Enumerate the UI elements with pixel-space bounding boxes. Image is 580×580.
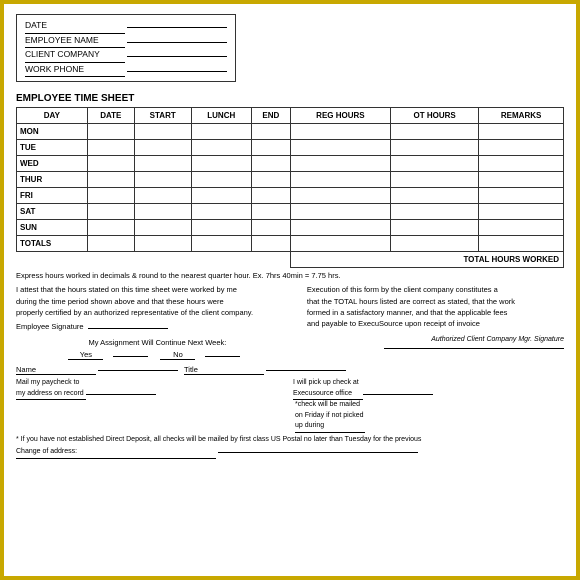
attest-text1: I attest that the hours stated on this t… — [16, 284, 299, 295]
header-info-box: DATE EMPLOYEE NAME CLIENT COMPANY WORK P… — [16, 14, 236, 82]
timesheet-table: DAY DATE START LUNCH END REG HOURS OT HO… — [16, 107, 564, 268]
col-date: DATE — [87, 108, 134, 124]
bottom-section: I attest that the hours stated on this t… — [16, 284, 564, 360]
col-end: END — [251, 108, 290, 124]
assignment-label: My Assignment Will Continue Next Week: — [16, 338, 299, 347]
attest-text3: properly certified by an authorized repr… — [16, 307, 299, 318]
authorized-sig-label: Authorized Client Company Mgr. Signature — [431, 336, 564, 343]
title-field: Title — [184, 365, 346, 375]
execution-section: Execution of this form by the client com… — [307, 284, 564, 360]
col-lunch: LUNCH — [191, 108, 251, 124]
employee-sig-label: Employee Signature — [16, 321, 299, 332]
page-container: DATE EMPLOYEE NAME CLIENT COMPANY WORK P… — [0, 0, 580, 580]
client-company-field: CLIENT COMPANY — [23, 48, 229, 63]
footer-top: Mail my paycheck to my address on record… — [16, 378, 564, 433]
execution-text1: Execution of this form by the client com… — [307, 284, 564, 295]
name-field: Name — [16, 365, 178, 375]
assignment-box: My Assignment Will Continue Next Week: Y… — [16, 338, 299, 360]
table-row: MON — [17, 124, 564, 140]
footer-right: I will pick up check at Execusource offi… — [293, 378, 564, 433]
change-address-line: Change of address: — [16, 447, 564, 459]
col-reg-hours: REG HOURS — [290, 108, 390, 124]
authorized-sig-line — [384, 348, 564, 349]
col-day: DAY — [17, 108, 88, 124]
attest-section: I attest that the hours stated on this t… — [16, 284, 299, 360]
execution-text2: that the TOTAL hours listed are correct … — [307, 296, 564, 307]
date-field: DATE — [23, 19, 229, 34]
total-hours-worked-label: TOTAL HOURS WORKED — [290, 252, 563, 268]
table-row-totals: TOTALS — [17, 236, 564, 252]
table-header-row: DAY DATE START LUNCH END REG HOURS OT HO… — [17, 108, 564, 124]
table-row: SUN — [17, 220, 564, 236]
name-title-row: Name Title — [16, 365, 564, 375]
table-row: WED — [17, 156, 564, 172]
col-ot-hours: OT HOURS — [391, 108, 479, 124]
table-row: FRI — [17, 188, 564, 204]
employee-name-field: EMPLOYEE NAME — [23, 34, 229, 49]
direct-deposit-note: * If you have not established Direct Dep… — [16, 435, 564, 446]
footer-left: Mail my paycheck to my address on record — [16, 378, 287, 433]
authorized-sig-area: Authorized Client Company Mgr. Signature — [307, 333, 564, 349]
section-title: EMPLOYEE TIME SHEET — [16, 93, 564, 104]
attest-text2: during the time period shown above and t… — [16, 296, 299, 307]
footer-section: Mail my paycheck to my address on record… — [16, 378, 564, 459]
table-row: TUE — [17, 140, 564, 156]
yes-no-row: Yes No — [16, 350, 299, 360]
check-note: *check will be mailed on Friday if not p… — [295, 400, 564, 433]
total-hours-row: TOTAL HOURS WORKED — [17, 252, 564, 268]
col-remarks: REMARKS — [479, 108, 564, 124]
table-row: SAT — [17, 204, 564, 220]
work-phone-field: WORK PHONE — [23, 63, 229, 78]
execution-text3: formed in a satisfactory manner, and tha… — [307, 307, 564, 318]
express-note: Express hours worked in decimals & round… — [16, 271, 564, 280]
col-start: START — [134, 108, 191, 124]
execution-text4: and payable to ExecuSource upon receipt … — [307, 318, 564, 329]
table-row: THUR — [17, 172, 564, 188]
